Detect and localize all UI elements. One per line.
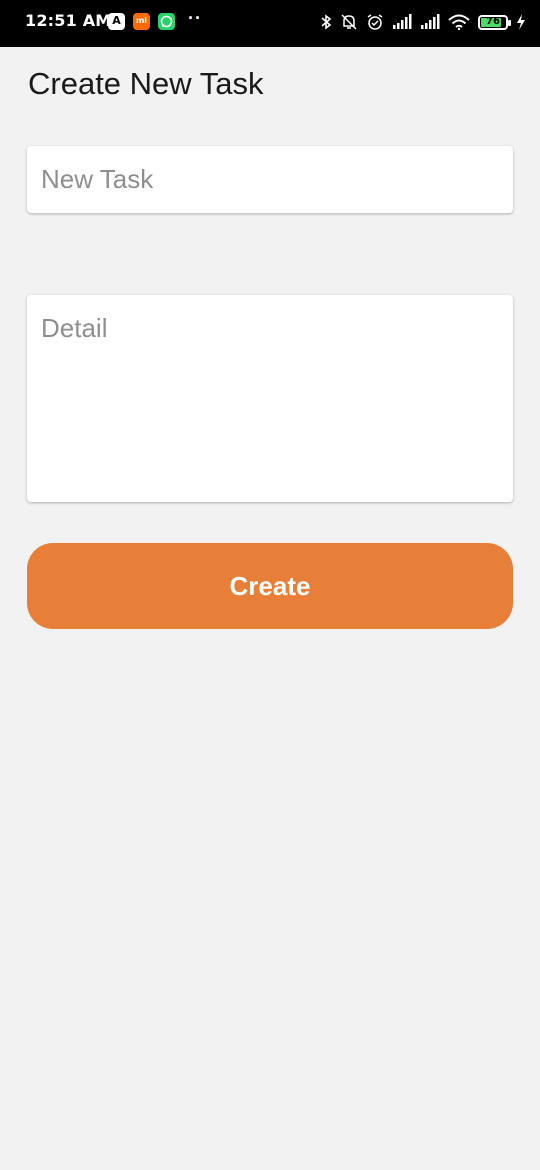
battery-icon: 76	[478, 14, 511, 30]
alarm-icon	[367, 14, 383, 30]
more-notifications-indicator: ··	[188, 8, 202, 28]
task-title-input[interactable]	[27, 146, 513, 213]
whatsapp-icon	[158, 13, 175, 30]
charging-icon	[517, 14, 525, 30]
create-button[interactable]: Create	[27, 543, 513, 629]
task-detail-input[interactable]	[27, 295, 513, 502]
wifi-icon	[448, 14, 470, 30]
task-input-card	[27, 146, 513, 213]
app-a-icon: A	[108, 13, 125, 30]
mi-icon: mi	[133, 13, 150, 30]
detail-input-card	[27, 295, 513, 502]
battery-level: 76	[486, 15, 500, 27]
mute-icon	[341, 14, 357, 30]
bluetooth-icon	[321, 14, 332, 30]
system-icons: 76	[320, 11, 526, 33]
signal-icon	[393, 14, 412, 29]
status-time: 12:51 AM	[25, 11, 112, 30]
status-bar: 12:51 AM A mi ·· 76	[0, 0, 540, 47]
page-title: Create New Task	[28, 66, 264, 101]
signal-icon	[421, 14, 440, 29]
